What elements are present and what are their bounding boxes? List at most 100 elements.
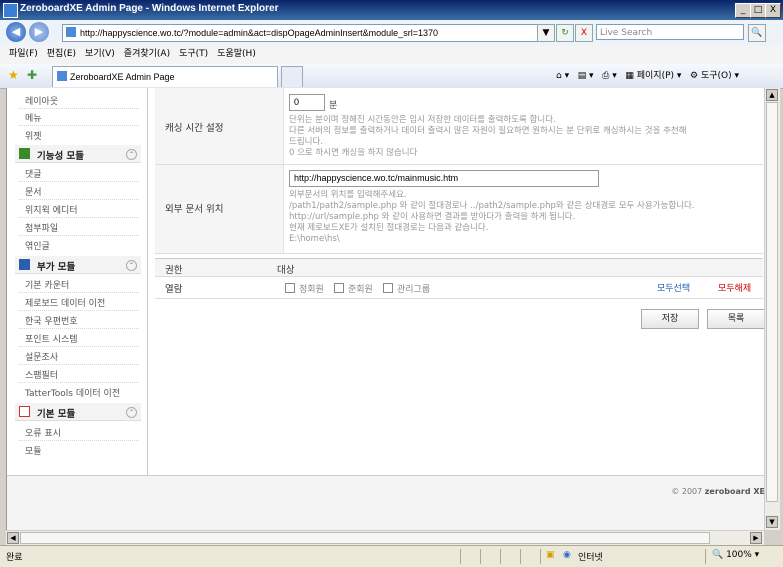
sidebar-item-counter[interactable]: 기본 카운터	[25, 278, 69, 291]
address-dropdown-button[interactable]: ▼	[537, 24, 555, 42]
sidebar-item-comment[interactable]: 댓글	[25, 167, 42, 180]
minimize-button[interactable]: _	[735, 3, 751, 18]
forward-button[interactable]: ▶	[29, 22, 49, 42]
address-bar[interactable]: http://happyscience.wo.tc/?module=admin&…	[62, 24, 552, 42]
group-header-addon[interactable]: 부가 모듈 ⌃	[15, 256, 141, 274]
divider	[19, 364, 139, 365]
sidebar-item-tt-import[interactable]: TatterTools 데이터 이전	[25, 386, 120, 399]
new-tab-button[interactable]	[281, 66, 303, 87]
page-menu-label: 페이지(P)	[636, 71, 675, 81]
menu-view[interactable]: 보기(V)	[85, 46, 115, 63]
divider	[500, 549, 501, 564]
lock-icon: ▣	[546, 550, 555, 560]
tools-menu-label: 도구(O)	[700, 71, 732, 81]
command-bar: ⌂ ▾ ▤ ▾ ⎙ ▾ ▦ 페이지(P) ▾ ⚙ 도구(O) ▾	[556, 68, 739, 81]
back-button[interactable]: ◀	[6, 22, 26, 42]
tools-menu[interactable]: ⚙ 도구(O) ▾	[690, 71, 739, 81]
sidebar-item-layout[interactable]: 레이아웃	[25, 94, 58, 107]
scroll-down-icon[interactable]: ▼	[766, 516, 778, 528]
add-favorite-icon[interactable]: ✚	[27, 68, 37, 82]
menu-file[interactable]: 파일(F)	[9, 46, 38, 63]
sidebar-item-zipcode[interactable]: 한국 우편번호	[25, 314, 78, 327]
home-icon[interactable]: ⌂ ▾	[556, 71, 569, 81]
sidebar-item-error[interactable]: 오류 표시	[25, 426, 61, 439]
opt-admin-group[interactable]: 관리그룹	[383, 282, 430, 295]
sidebar-item-zb-import[interactable]: 제로보드 데이터 이전	[25, 296, 105, 309]
divider	[19, 346, 139, 347]
sidebar-item-module[interactable]: 모듈	[25, 444, 42, 457]
desc-line: 드립니다.	[289, 137, 323, 147]
group-header-feature[interactable]: 기능성 모듈 ⌃	[15, 145, 141, 163]
scroll-left-icon[interactable]: ◀	[7, 532, 19, 544]
deselect-all-link[interactable]: 모두해제	[718, 281, 751, 294]
field-label: 캐싱 시간 설정	[155, 88, 284, 164]
menu-edit[interactable]: 편집(E)	[47, 46, 76, 63]
scroll-thumb[interactable]	[766, 102, 778, 502]
feeds-icon[interactable]: ▤ ▾	[578, 71, 594, 81]
tab-title: ZeroboardXE Admin Page	[70, 72, 175, 82]
cache-row: 캐싱 시간 설정 0 분 단위는 분이며 정해진 시간동안은 임시 저장한 데이…	[155, 88, 763, 165]
tab-admin-page[interactable]: ZeroboardXE Admin Page	[52, 66, 278, 87]
print-icon[interactable]: ⎙ ▾	[602, 71, 617, 81]
sidebar-item-point[interactable]: 포인트 시스템	[25, 332, 78, 345]
checkbox[interactable]	[383, 283, 393, 293]
sidebar-item-menu[interactable]: 메뉴	[25, 111, 42, 124]
menu-tools[interactable]: 도구(T)	[179, 46, 208, 63]
tab-page-icon	[57, 71, 67, 81]
menu-help[interactable]: 도움말(H)	[217, 46, 256, 63]
save-button[interactable]: 저장	[641, 309, 699, 329]
horizontal-scrollbar[interactable]: ◀ ▶	[6, 530, 764, 545]
desc-line: /path1/path2/sample.php 와 같이 절대경로나 ../pa…	[289, 201, 695, 211]
opt-regular[interactable]: 정회원	[285, 282, 324, 295]
sidebar-item-document[interactable]: 문서	[25, 185, 42, 198]
scroll-right-icon[interactable]: ▶	[750, 532, 762, 544]
sidebar-item-trackback[interactable]: 엮인글	[25, 239, 50, 252]
divider	[19, 217, 139, 218]
main-form: 캐싱 시간 설정 0 분 단위는 분이며 정해진 시간동안은 임시 저장한 데이…	[155, 88, 765, 475]
checkbox[interactable]	[285, 283, 295, 293]
sidebar-item-editor[interactable]: 위지윅 에디터	[25, 203, 78, 216]
divider	[19, 292, 139, 293]
group-header-basic[interactable]: 기본 모듈 ⌃	[15, 403, 141, 421]
search-input[interactable]: Live Search	[596, 24, 744, 40]
divider	[19, 440, 139, 441]
module-icon	[19, 148, 30, 159]
collapse-icon[interactable]: ⌃	[126, 407, 137, 418]
external-doc-input[interactable]: http://happyscience.wo.tc/mainmusic.htm	[289, 170, 599, 187]
opt-label: 준회원	[348, 285, 373, 295]
divider	[540, 549, 541, 564]
divider	[19, 181, 139, 182]
cache-time-input[interactable]: 0	[289, 94, 325, 111]
checkbox[interactable]	[334, 283, 344, 293]
opt-associate[interactable]: 준회원	[334, 282, 373, 295]
vertical-scrollbar[interactable]: ▲ ▼	[764, 88, 780, 530]
close-window-button[interactable]: X	[765, 3, 781, 18]
perm-view-row: 열람 정회원 준회원 관리그룹 모두선택 모두해제	[155, 276, 763, 299]
refresh-button[interactable]: ↻	[556, 24, 574, 42]
scroll-up-icon[interactable]: ▲	[766, 89, 778, 101]
page-menu[interactable]: ▦ 페이지(P) ▾	[625, 71, 681, 81]
collapse-icon[interactable]: ⌃	[126, 149, 137, 160]
zone-text: 인터넷	[578, 553, 603, 563]
page-icon	[66, 27, 76, 37]
divider	[19, 310, 139, 311]
select-all-link[interactable]: 모두선택	[657, 281, 690, 294]
maximize-button[interactable]: □	[750, 3, 766, 18]
sidebar-item-file[interactable]: 첨부파일	[25, 221, 58, 234]
group-title: 기본 모듈	[37, 409, 76, 420]
zoom-control[interactable]: 🔍 100% ▾	[712, 550, 759, 560]
field-label: 외부 문서 위치	[155, 165, 284, 253]
favorites-star-icon[interactable]: ★	[8, 68, 19, 82]
search-icon[interactable]: 🔍	[748, 24, 766, 42]
address-text: http://happyscience.wo.tc/?module=admin&…	[80, 28, 438, 38]
scroll-thumb[interactable]	[20, 532, 710, 544]
sidebar-item-poll[interactable]: 설문조사	[25, 350, 58, 363]
sidebar-item-widget[interactable]: 위젯	[25, 129, 42, 142]
sidebar-item-spamfilter[interactable]: 스팸필터	[25, 368, 58, 381]
list-button[interactable]: 목록	[707, 309, 765, 329]
collapse-icon[interactable]: ⌃	[126, 260, 137, 271]
menu-favorites[interactable]: 즐겨찾기(A)	[124, 46, 170, 63]
stop-button[interactable]: X	[575, 24, 593, 42]
ext-description: 외부문서의 위치를 입력해주세요. /path1/path2/sample.ph…	[289, 190, 759, 245]
title-bar: ZeroboardXE Admin Page - Windows Interne…	[0, 0, 783, 20]
